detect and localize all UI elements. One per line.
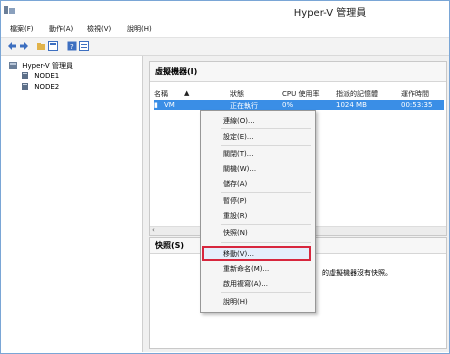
menu-view[interactable]: 檢視(V) — [87, 24, 111, 34]
menu-shut-down[interactable]: 關機(W)... — [223, 164, 256, 174]
tree-node-label: NODE2 — [34, 83, 60, 91]
menu-help-item[interactable]: 說明(H) — [223, 297, 248, 307]
tree-root[interactable]: Hyper-V 管理員 — [9, 61, 73, 71]
menu-separator — [221, 242, 311, 243]
no-snapshot-message: 的虛擬機器沒有快照。 — [322, 269, 392, 277]
menu-file[interactable]: 檔案(F) — [10, 24, 34, 34]
col-name[interactable]: 名稱 — [154, 89, 168, 99]
menu-separator — [221, 192, 311, 193]
vm-cpu: 0% — [282, 101, 294, 109]
properties-icon[interactable] — [79, 41, 89, 51]
vm-uptime: 00:53:35 — [401, 101, 433, 109]
folder-icon[interactable] — [36, 41, 46, 51]
svg-text:?: ? — [70, 43, 74, 51]
help-icon[interactable]: ? — [67, 41, 77, 51]
col-memory[interactable]: 指派的記憶體 — [336, 89, 378, 99]
menu-snapshot[interactable]: 快照(N) — [223, 228, 248, 238]
scroll-left-icon[interactable]: ‹ — [152, 226, 155, 234]
back-icon[interactable] — [7, 41, 17, 51]
vm-section-title: 虛擬機器(I) — [150, 62, 446, 82]
forward-icon[interactable] — [19, 41, 29, 51]
server-group-icon — [9, 62, 17, 69]
col-uptime[interactable]: 運作時間 — [401, 89, 429, 99]
tree-node-label: NODE1 — [34, 72, 60, 80]
vm-name: VM — [164, 101, 175, 109]
tree-root-label: Hyper-V 管理員 — [22, 62, 73, 70]
menu-save[interactable]: 儲存(A) — [223, 179, 247, 189]
toolbar: ? — [1, 37, 449, 56]
menu-separator — [221, 292, 311, 293]
highlighted-item-frame — [202, 246, 311, 261]
server-icon — [22, 83, 28, 90]
menu-settings[interactable]: 設定(E)... — [223, 132, 254, 142]
menu-move[interactable]: 移動(V)... — [223, 249, 254, 259]
console-icon[interactable] — [48, 41, 58, 51]
tree-node-node2[interactable]: NODE2 — [21, 83, 59, 91]
menu-bar: 檔案(F) 動作(A) 檢視(V) 說明(H) — [1, 22, 449, 36]
title-bar: Hyper-V 管理員 — [1, 1, 449, 21]
navigation-tree: Hyper-V 管理員 NODE1 NODE2 — [1, 56, 143, 352]
menu-connect[interactable]: 連線(O)... — [223, 116, 255, 126]
menu-separator — [221, 128, 311, 129]
menu-separator — [221, 145, 311, 146]
tree-node-node1[interactable]: NODE1 — [21, 72, 59, 80]
context-menu: 連線(O)... 設定(E)... 關閉(T)... 關機(W)... 儲存(A… — [200, 110, 316, 313]
menu-enable-replication[interactable]: 啟用複寫(A)... — [223, 279, 268, 289]
vm-memory: 1024 MB — [336, 101, 367, 109]
menu-help[interactable]: 說明(H) — [127, 24, 152, 34]
menu-action[interactable]: 動作(A) — [49, 24, 73, 34]
menu-pause[interactable]: 暫停(P) — [223, 196, 247, 206]
menu-reset[interactable]: 重設(R) — [223, 211, 247, 221]
menu-rename[interactable]: 重新命名(M)... — [223, 264, 269, 274]
menu-separator — [221, 224, 311, 225]
col-status[interactable]: 狀態 — [230, 89, 244, 99]
col-cpu[interactable]: CPU 使用率 — [282, 89, 319, 99]
window-title: Hyper-V 管理員 — [293, 8, 367, 19]
sort-asc-icon: ▲ — [184, 89, 190, 97]
menu-turn-off[interactable]: 關閉(T)... — [223, 149, 253, 159]
hyperv-manager-window: Hyper-V 管理員 檔案(F) 動作(A) 檢視(V) 說明(H) ? Hy… — [0, 0, 450, 354]
vm-row-icon: ▮ — [154, 101, 158, 109]
server-icon — [22, 72, 28, 79]
